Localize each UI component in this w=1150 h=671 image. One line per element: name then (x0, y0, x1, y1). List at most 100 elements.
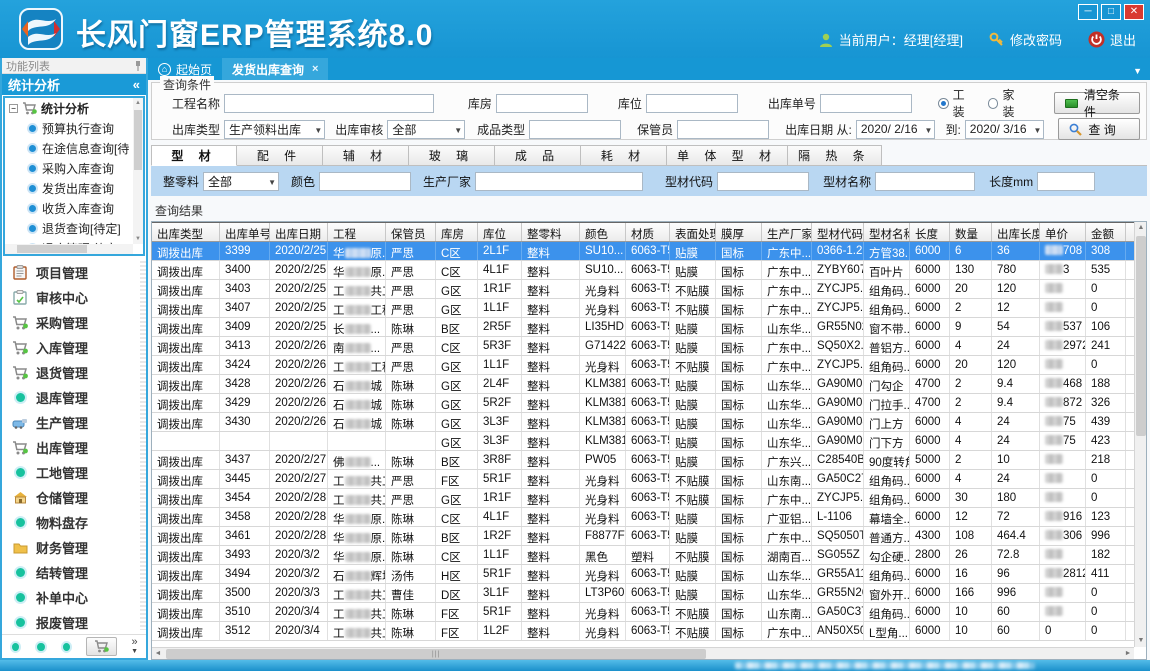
column-header-14[interactable]: 型材名称 (864, 223, 910, 241)
column-header-0[interactable]: 出库类型 (152, 223, 220, 241)
menu-item-3[interactable]: 入库管理 (2, 335, 146, 360)
out-no-input[interactable] (820, 94, 912, 113)
menu-item-2[interactable]: 采购管理 (2, 310, 146, 335)
profile-code-input[interactable] (717, 172, 809, 191)
table-row[interactable]: 调拨出库34302020/2/26石城陈琳G区3L3F整料KLM38176063… (152, 413, 1134, 432)
column-header-15[interactable]: 长度 (910, 223, 950, 241)
tree-horizontal-scrollbar[interactable] (5, 244, 133, 254)
tabstrip-dropdown-icon[interactable]: ▼ (1133, 66, 1142, 76)
logout-button[interactable]: 退出 (1088, 30, 1136, 49)
column-header-5[interactable]: 库房 (436, 223, 478, 241)
table-row[interactable]: G区3L3F整料KLM38176063-T5贴膜国标山东华...GA90M09.… (152, 432, 1134, 451)
tree-vertical-scrollbar[interactable]: ▲ ▼ (133, 98, 143, 244)
product-type-input[interactable] (529, 120, 621, 139)
table-row[interactable]: 调拨出库34942020/3/2石辉城汤伟H区5R1F整料光身料6063-T5贴… (152, 565, 1134, 584)
menu-item-9[interactable]: 仓储管理 (2, 485, 146, 510)
factory-input[interactable] (475, 172, 643, 191)
menu-item-14[interactable]: 报废管理 (2, 610, 146, 635)
project-name-input[interactable] (224, 94, 434, 113)
tree-item-0[interactable]: 预算执行查询 (5, 118, 133, 138)
table-row[interactable]: 调拨出库35122020/3/4工共工程陈琳F区1L2F整料光身料6063-T5… (152, 622, 1134, 641)
column-header-2[interactable]: 出库日期 (270, 223, 328, 241)
radio-gongzhuang[interactable]: 工装 (938, 86, 976, 120)
tree-item-5[interactable]: 退货查询[待定] (5, 218, 133, 238)
menu-item-4[interactable]: 退货管理 (2, 360, 146, 385)
scroll-left-icon[interactable]: ◄ (152, 648, 164, 660)
scroll-down-icon[interactable]: ▼ (1135, 635, 1147, 647)
menu-item-8[interactable]: 工地管理 (2, 460, 146, 485)
table-row[interactable]: 调拨出库34032020/2/25工共工程严思G区1R1F整料光身料6063-T… (152, 280, 1134, 299)
column-header-19[interactable]: 金额 (1086, 223, 1126, 241)
tab-shipment-outbound-query[interactable]: 发货出库查询 × (222, 58, 328, 80)
column-header-12[interactable]: 生产厂家 (762, 223, 812, 241)
table-row[interactable]: 调拨出库34932020/3/2华原...陈琳C区1L1F整料黑色塑料不贴膜国标… (152, 546, 1134, 565)
table-row[interactable]: 调拨出库34242020/2/26工工程严思G区1L1F整料光身料6063-T5… (152, 356, 1134, 375)
column-header-10[interactable]: 表面处理 (670, 223, 716, 241)
menu-item-11[interactable]: 财务管理 (2, 535, 146, 560)
maximize-button[interactable]: □ (1101, 4, 1121, 20)
table-row[interactable]: 调拨出库34292020/2/26石城陈琳G区5R2F整料KLM38176063… (152, 394, 1134, 413)
menu-item-12[interactable]: 结转管理 (2, 560, 146, 585)
sidebar-section-header[interactable]: 统计分析 « (2, 74, 146, 95)
column-header-16[interactable]: 数量 (950, 223, 992, 241)
sidebar-splitter[interactable] (140, 261, 146, 630)
date-to-select[interactable]: 2020/ 3/16▼ (965, 120, 1045, 139)
tree-item-4[interactable]: 收货入库查询 (5, 198, 133, 218)
column-header-13[interactable]: 型材代码 (812, 223, 864, 241)
column-header-18[interactable]: 单价 (1040, 223, 1086, 241)
column-header-3[interactable]: 工程 (328, 223, 386, 241)
clear-conditions-button[interactable]: 清空条件 (1054, 92, 1140, 114)
out-type-select[interactable]: 生产领料出库▼ (224, 120, 325, 139)
column-header-7[interactable]: 整零料 (522, 223, 580, 241)
scroll-up-icon[interactable]: ▲ (1135, 222, 1147, 234)
table-row[interactable]: 调拨出库34612020/2/28华原...陈琳B区1R2F整料F8877FT6… (152, 527, 1134, 546)
column-header-11[interactable]: 膜厚 (716, 223, 762, 241)
column-header-17[interactable]: 出库长度 (992, 223, 1040, 241)
table-row[interactable]: 调拨出库35002020/3/3工共工程曹佳D区3L1F整料LT3P606063… (152, 584, 1134, 603)
footer-dot-icon[interactable] (35, 641, 46, 653)
scroll-down-icon[interactable]: ▼ (133, 234, 143, 244)
material-tab-7[interactable]: 隔 热 条 (788, 145, 882, 166)
material-tab-6[interactable]: 单 体 型 材 (667, 145, 788, 166)
search-button[interactable]: 查 询 (1058, 118, 1140, 140)
whole-part-select[interactable]: 全部▼ (203, 172, 279, 191)
color-input[interactable] (319, 172, 411, 191)
footer-dot-icon[interactable] (10, 641, 21, 653)
profile-name-input[interactable] (875, 172, 975, 191)
scroll-right-icon[interactable]: ► (1122, 648, 1134, 660)
menu-item-1[interactable]: 审核中心 (2, 285, 146, 310)
out-audit-select[interactable]: 全部▼ (387, 120, 465, 139)
column-header-1[interactable]: 出库单号 (220, 223, 270, 241)
table-row[interactable]: 调拨出库34092020/2/25长...陈琳B区2R5F整料LI35HD606… (152, 318, 1134, 337)
table-row[interactable]: 调拨出库34542020/2/28工共工程严思G区1R1F整料光身料6063-T… (152, 489, 1134, 508)
table-row[interactable]: 调拨出库34282020/2/26石城陈琳G区2L4F整料KLM38176063… (152, 375, 1134, 394)
location-input[interactable] (646, 94, 738, 113)
grid-vertical-scrollbar[interactable]: ▲ ▼ (1134, 222, 1146, 647)
footer-cart-button[interactable] (86, 637, 117, 656)
tree-expander-icon[interactable]: − (9, 104, 18, 113)
column-header-8[interactable]: 颜色 (580, 223, 626, 241)
table-row[interactable]: 调拨出库34452020/2/27工共工程严思F区5R1F整料光身料6063-T… (152, 470, 1134, 489)
material-tab-5[interactable]: 耗 材 (581, 145, 667, 166)
change-password-button[interactable]: 修改密码 (989, 30, 1062, 49)
table-row[interactable]: 调拨出库34072020/2/25工工程严思G区1L1F整料光身料6063-T5… (152, 299, 1134, 318)
menu-item-5[interactable]: 退库管理 (2, 385, 146, 410)
tree-item-2[interactable]: 采购入库查询 (5, 158, 133, 178)
close-button[interactable]: ✕ (1124, 4, 1144, 20)
tree-item-1[interactable]: 在途信息查询[待 (5, 138, 133, 158)
material-tab-3[interactable]: 玻 璃 (409, 145, 495, 166)
column-header-4[interactable]: 保管员 (386, 223, 436, 241)
material-tab-1[interactable]: 配 件 (237, 145, 323, 166)
grid-horizontal-scrollbar[interactable]: ◄ ||| ► (152, 647, 1134, 659)
tree-root[interactable]: − 统计分析 (5, 98, 133, 118)
minimize-button[interactable]: ─ (1078, 4, 1098, 20)
table-row[interactable]: 调拨出库34002020/2/25华原...严思C区4L1F整料SU10...6… (152, 261, 1134, 280)
pin-icon[interactable] (134, 61, 142, 71)
scroll-up-icon[interactable]: ▲ (133, 98, 143, 108)
tree-item-3[interactable]: 发货出库查询 (5, 178, 133, 198)
keeper-input[interactable] (677, 120, 769, 139)
menu-item-10[interactable]: 物料盘存 (2, 510, 146, 535)
material-tab-0[interactable]: 型 材 (151, 145, 237, 166)
menu-item-13[interactable]: 补单中心 (2, 585, 146, 610)
menu-item-6[interactable]: 生产管理 (2, 410, 146, 435)
